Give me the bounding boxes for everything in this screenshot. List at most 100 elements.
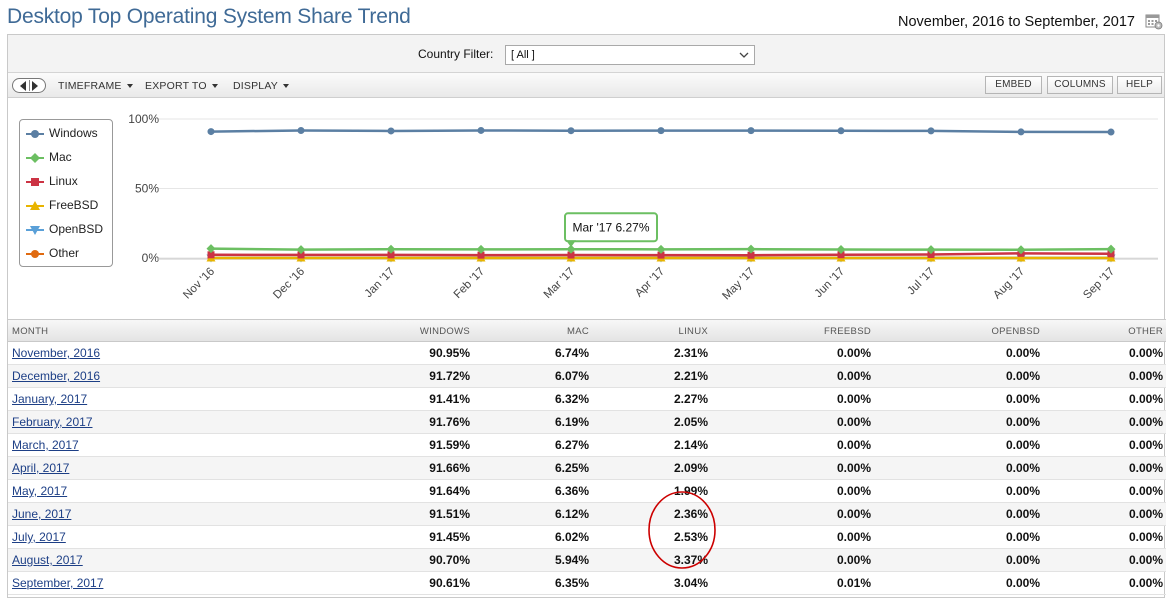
page: Desktop Top Operating System Share Trend… — [0, 0, 1173, 602]
cell-freebsd: 0.00% — [836, 484, 871, 498]
cell-linux: 2.09% — [673, 461, 708, 475]
prev-next-arrows[interactable] — [12, 78, 46, 93]
arrow-right-icon[interactable] — [32, 81, 38, 91]
data-point-windows[interactable] — [477, 126, 485, 134]
cell-mac: 6.25% — [554, 461, 589, 475]
cell-other: 0.00% — [1128, 369, 1163, 383]
data-point-windows[interactable] — [387, 127, 395, 135]
legend-label: Linux — [49, 174, 78, 188]
month-link[interactable]: May, 2017 — [12, 484, 67, 498]
cell-linux: 2.05% — [673, 415, 708, 429]
data-point-windows[interactable] — [567, 127, 575, 135]
filter-bar: Country Filter: [ All ] — [8, 35, 1164, 73]
embed-button[interactable]: EMBED — [985, 76, 1042, 94]
data-point-windows[interactable] — [297, 127, 305, 135]
y-tick-label: 50% — [135, 182, 159, 196]
cell-windows: 90.61% — [429, 576, 470, 590]
cell-other: 0.00% — [1128, 461, 1163, 475]
tooltip-text: Mar '17 6.27% — [573, 220, 650, 234]
x-tick-label: Feb '17 — [452, 266, 487, 301]
data-point-windows[interactable] — [927, 127, 935, 135]
cell-freebsd: 0.00% — [836, 530, 871, 544]
data-point-windows[interactable] — [1017, 128, 1025, 136]
display-menu[interactable]: DISPLAY — [233, 80, 289, 92]
country-filter-select[interactable]: [ All ] — [505, 45, 755, 65]
table-row: May, 2017 91.64% 6.36% 1.99% 0.00% 0.00% 0.00% — [8, 480, 1166, 503]
table-row: July, 2017 91.45% 6.02% 2.53% 0.00% 0.00% 0.00… — [8, 526, 1166, 549]
dropdown-caret-icon — [282, 84, 289, 88]
month-link[interactable]: November, 2016 — [12, 346, 100, 360]
x-tick-label: May '17 — [720, 266, 757, 303]
calendar-settings-icon[interactable] — [1145, 12, 1163, 30]
legend-marker-icon — [26, 178, 44, 186]
cell-windows: 91.51% — [429, 507, 470, 521]
cell-mac: 6.02% — [554, 530, 589, 544]
legend-label: Windows — [49, 126, 98, 140]
table-row: June, 2017 91.51% 6.12% 2.36% 0.00% 0.00% 0.00… — [8, 503, 1166, 526]
cell-mac: 6.32% — [554, 392, 589, 406]
month-link[interactable]: March, 2017 — [12, 438, 79, 452]
cell-other: 0.00% — [1128, 415, 1163, 429]
cell-windows: 91.64% — [429, 484, 470, 498]
toolbar: TIMEFRAME EXPORT TO DISPLAY EMBED COLUMN… — [8, 73, 1164, 98]
cell-freebsd: 0.00% — [836, 438, 871, 452]
table-row: January, 2017 91.41% 6.32% 2.27% 0.00% 0.00% 0… — [8, 388, 1166, 411]
chevron-down-icon — [739, 52, 749, 58]
month-link[interactable]: January, 2017 — [12, 392, 87, 406]
col-header-windows[interactable]: WINDOWS — [420, 326, 470, 337]
cell-openbsd: 0.00% — [1005, 346, 1040, 360]
chart-legend: Windows Mac Linux FreeBSD OpenBSD Other — [19, 119, 113, 267]
country-filter-value: [ All ] — [511, 49, 535, 61]
cell-linux: 2.27% — [673, 392, 708, 406]
cell-mac: 6.36% — [554, 484, 589, 498]
arrow-left-icon[interactable] — [20, 81, 26, 91]
x-tick-label: Dec '16 — [271, 266, 307, 302]
month-link[interactable]: July, 2017 — [12, 530, 66, 544]
col-header-month[interactable]: MONTH — [12, 326, 48, 337]
export-menu[interactable]: EXPORT TO — [145, 80, 218, 92]
cell-other: 0.00% — [1128, 553, 1163, 567]
month-link[interactable]: February, 2017 — [12, 415, 93, 429]
col-header-linux[interactable]: LINUX — [679, 326, 708, 337]
data-point-windows[interactable] — [837, 127, 845, 135]
cell-mac: 6.27% — [554, 438, 589, 452]
x-tick-label: Mar '17 — [542, 266, 577, 301]
chart-tooltip: Mar '17 6.27% — [564, 212, 658, 248]
data-point-windows[interactable] — [207, 128, 215, 136]
share-trend-chart: 100% 50% 0% Nov '16 Dec '16 Jan '17 Feb '17 Mar… — [128, 112, 1158, 303]
cell-other: 0.00% — [1128, 576, 1163, 590]
month-link[interactable]: September, 2017 — [12, 576, 103, 590]
legend-marker-icon — [26, 130, 44, 138]
cell-linux: 2.14% — [673, 438, 708, 452]
cell-mac: 6.12% — [554, 507, 589, 521]
data-point-windows[interactable] — [747, 127, 755, 135]
cell-mac: 6.74% — [554, 346, 589, 360]
month-link[interactable]: April, 2017 — [12, 461, 69, 475]
data-point-windows[interactable] — [1107, 128, 1115, 136]
col-header-openbsd[interactable]: OPENBSD — [991, 326, 1040, 337]
cell-mac: 6.35% — [554, 576, 589, 590]
y-tick-label: 0% — [142, 251, 160, 265]
cell-other: 0.00% — [1128, 438, 1163, 452]
country-filter-label: Country Filter: — [418, 47, 494, 61]
columns-button[interactable]: COLUMNS — [1047, 76, 1113, 94]
col-header-freebsd[interactable]: FREEBSD — [824, 326, 871, 337]
date-range[interactable]: November, 2016 to September, 2017 — [898, 14, 1135, 30]
data-point-windows[interactable] — [657, 127, 665, 135]
x-tick-label: Apr '17 — [633, 266, 667, 300]
month-link[interactable]: June, 2017 — [12, 507, 71, 521]
x-tick-label: Aug '17 — [991, 266, 1027, 302]
cell-openbsd: 0.00% — [1005, 507, 1040, 521]
col-header-mac[interactable]: MAC — [567, 326, 589, 337]
cell-other: 0.00% — [1128, 346, 1163, 360]
table-row: December, 2016 91.72% 6.07% 2.21% 0.00% 0.00%… — [8, 365, 1166, 388]
cell-openbsd: 0.00% — [1005, 576, 1040, 590]
help-button[interactable]: HELP — [1117, 76, 1162, 94]
col-header-other[interactable]: OTHER — [1128, 326, 1163, 337]
cell-windows: 90.70% — [429, 553, 470, 567]
month-link[interactable]: August, 2017 — [12, 553, 83, 567]
month-link[interactable]: December, 2016 — [12, 369, 100, 383]
legend-marker-icon — [26, 201, 44, 210]
timeframe-menu[interactable]: TIMEFRAME — [58, 80, 133, 92]
legend-marker-icon — [26, 226, 44, 235]
